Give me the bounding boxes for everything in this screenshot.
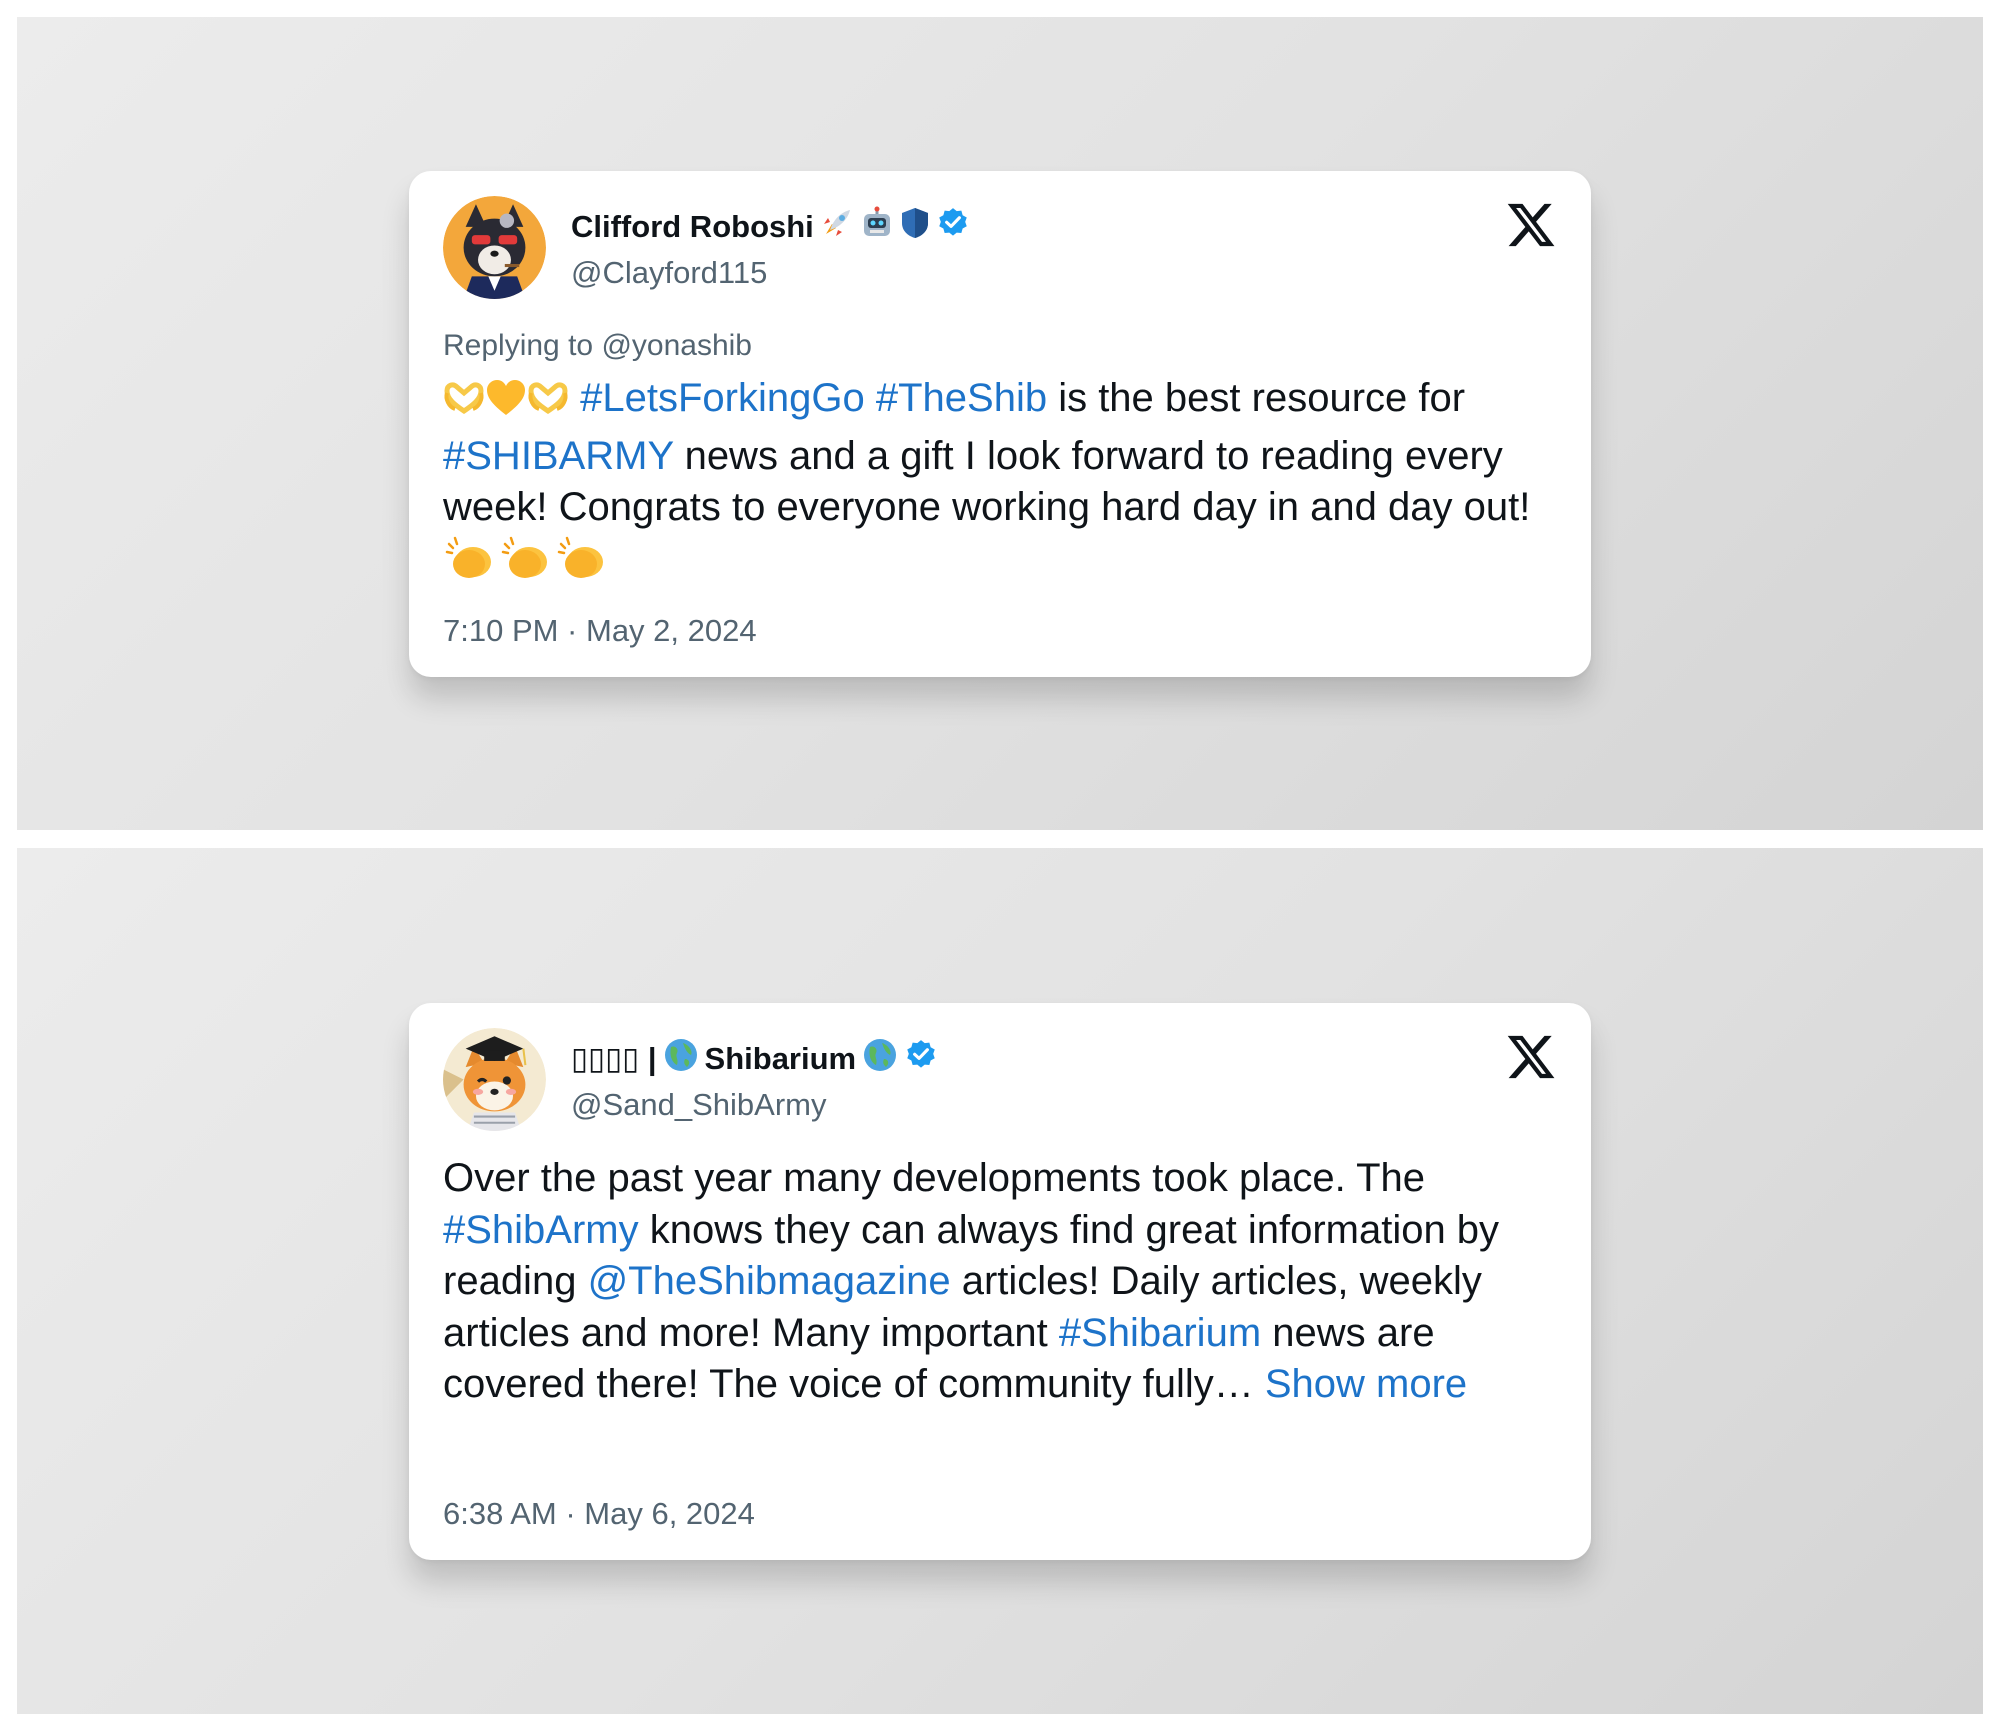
x-logo-icon[interactable] [1505,199,1557,251]
heart-hands-icon [443,379,485,431]
globe-icon [862,1037,898,1081]
user-handle[interactable]: @Sand_ShibArmy [571,1087,826,1123]
tweet-card: Clifford Roboshi @Clayford115 Replying t… [409,171,1591,677]
verified-badge-icon [936,206,970,248]
tweet-text: Over the past year many developments too… [443,1153,1563,1411]
hashtag-link[interactable]: #LetsForkingGo [580,376,865,420]
show-more-link[interactable]: Show more [1265,1362,1467,1406]
hashtag-link[interactable]: #ShibArmy [443,1208,639,1252]
clapping-hands-icon [443,534,499,596]
avatar[interactable] [443,196,546,299]
clapping-hands-icon [499,534,555,596]
shiba-graduate-avatar-icon [443,1028,546,1131]
replying-to-handle[interactable]: @yonashib [601,329,752,362]
screenshot-panel-bottom: ▯▯▯▯ | Shibarium @Sand_ShibArmy Over the… [17,848,1983,1714]
shiba-robot-avatar-icon [443,196,546,299]
display-name[interactable]: Clifford Roboshi [571,209,814,245]
user-handle[interactable]: @Clayford115 [571,255,767,291]
tweet-card: ▯▯▯▯ | Shibarium @Sand_ShibArmy Over the… [409,1003,1591,1560]
robot-icon [860,206,894,248]
tweet-text-segment: is the best resource for [1047,376,1466,420]
display-name-row[interactable]: ▯▯▯▯ | Shibarium [571,1037,938,1081]
mention-link[interactable]: @TheShibmagazine [588,1259,951,1303]
display-name[interactable]: Shibarium [705,1041,857,1077]
avatar[interactable] [443,1028,546,1131]
display-name-prefix: ▯▯▯▯ | [571,1041,657,1076]
screenshot-panel-top: Clifford Roboshi @Clayford115 Replying t… [17,17,1983,830]
rocket-icon [820,206,854,248]
hashtag-link[interactable]: #SHIBARMY [443,434,673,478]
clapping-hands-icon [555,534,611,596]
hashtag-link[interactable]: #Shibarium [1059,1311,1261,1355]
replying-to: Replying to @yonashib [443,329,752,363]
verified-badge-icon [904,1038,938,1080]
tweet-text: #LetsForkingGo #TheShib is the best reso… [443,373,1563,595]
x-logo-icon[interactable] [1505,1031,1557,1083]
yellow-heart-icon [485,379,527,431]
globe-icon [663,1037,699,1081]
hashtag-link[interactable]: #TheShib [876,376,1047,420]
tweet-timestamp[interactable]: 7:10 PM · May 2, 2024 [443,613,757,649]
replying-to-label: Replying to [443,329,594,362]
heart-hands-icon [527,379,569,431]
tweet-timestamp[interactable]: 6:38 AM · May 6, 2024 [443,1496,755,1532]
display-name-row[interactable]: Clifford Roboshi [571,205,970,249]
shield-icon [900,206,930,248]
tweet-text-segment: Over the past year many developments too… [443,1156,1426,1200]
